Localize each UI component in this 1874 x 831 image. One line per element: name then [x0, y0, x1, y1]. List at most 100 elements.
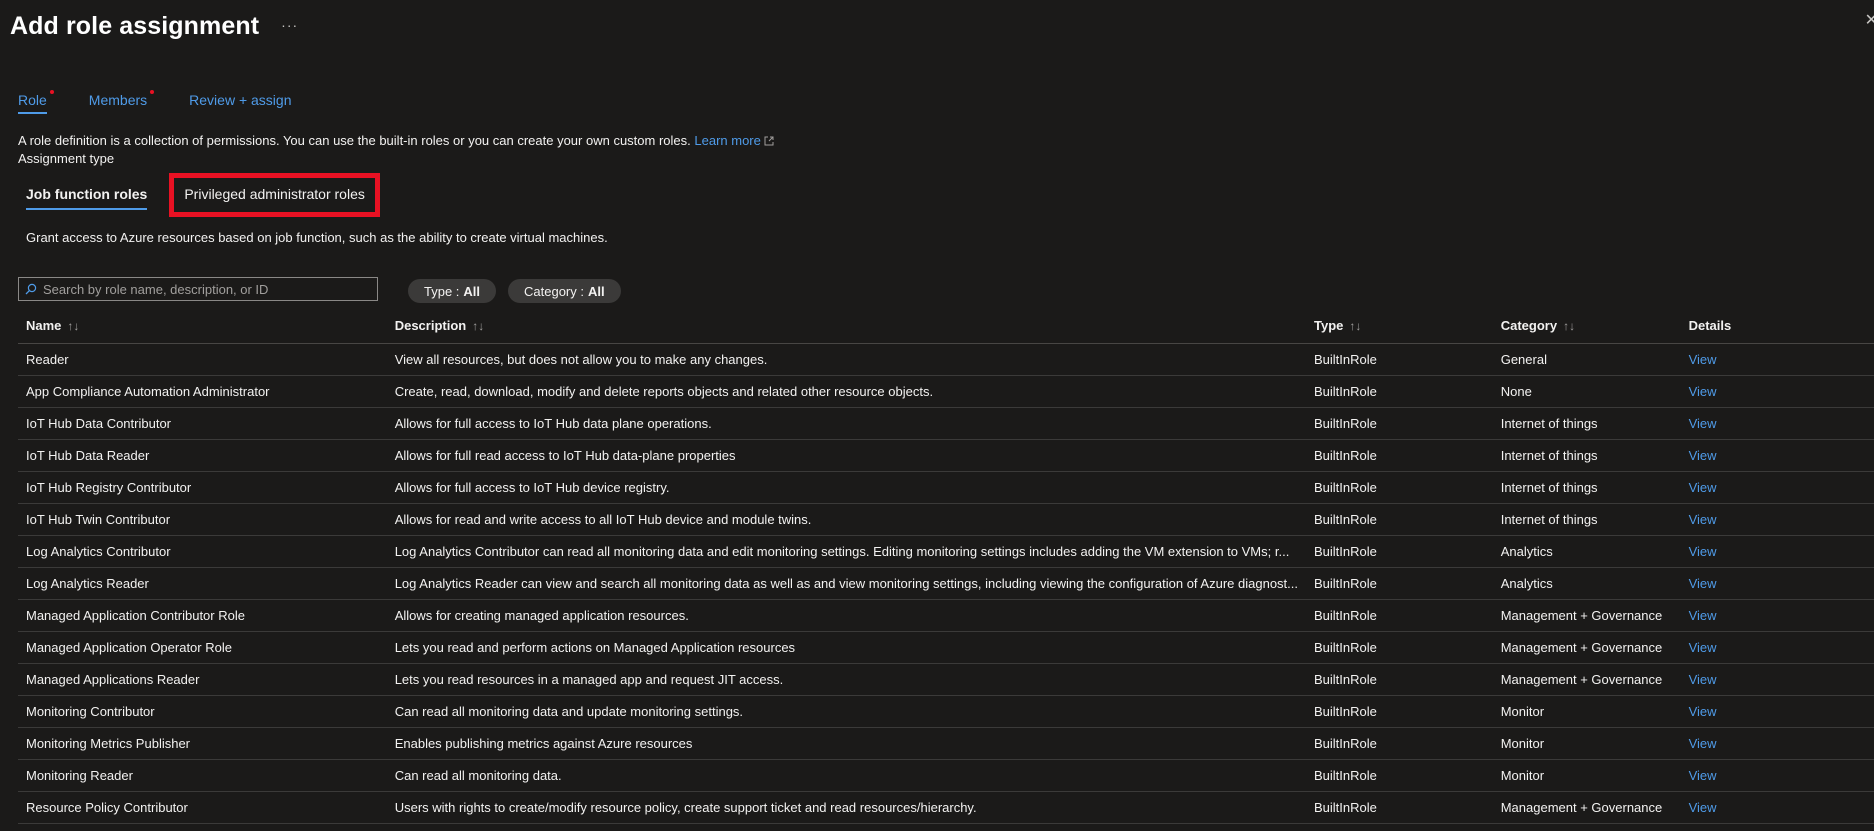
role-details-cell: View [1680, 439, 1874, 472]
role-type-cell: BuiltInRole [1306, 375, 1493, 408]
role-description-cell: Allows for full access to IoT Hub data p… [386, 407, 1306, 440]
sort-icon[interactable]: ↑↓ [1349, 319, 1361, 333]
role-type-cell: BuiltInRole [1306, 631, 1493, 664]
table-row[interactable]: Resource Policy Contributor Users with ri… [18, 791, 1874, 824]
subtab-privileged-administrator-roles[interactable]: Privileged administrator roles [184, 186, 365, 202]
table-row[interactable]: IoT Hub Data Reader Allows for full read … [18, 439, 1874, 472]
role-name-cell: Resource Policy Contributor [18, 791, 387, 824]
role-category-cell: Internet of things [1492, 471, 1681, 504]
learn-more-link[interactable]: Learn more [694, 133, 774, 148]
search-box[interactable] [18, 277, 378, 301]
role-category-cell: Internet of things [1492, 407, 1681, 440]
table-row[interactable]: Managed Application Contributor Role Allo… [18, 599, 1874, 632]
role-details-cell: View [1680, 759, 1874, 792]
external-link-icon [764, 136, 774, 146]
tab-role-label: Role [18, 92, 47, 108]
tab-review-assign-label: Review + assign [189, 92, 292, 108]
view-details-link[interactable]: View [1689, 512, 1717, 527]
table-row[interactable]: IoT Hub Twin Contributor Allows for read … [18, 503, 1874, 536]
required-indicator-icon [150, 90, 155, 94]
role-category-cell: Monitor [1492, 695, 1681, 728]
view-details-link[interactable]: View [1689, 672, 1717, 687]
role-definition-description: A role definition is a collection of per… [18, 133, 774, 148]
column-header-description[interactable]: Description ↑↓ [386, 309, 1306, 344]
column-description-label: Description [394, 318, 467, 334]
role-name-cell: Managed Applications Reader [18, 663, 387, 696]
add-role-assignment-page: Add role assignment ··· ✕ Role Members R… [0, 0, 1874, 831]
role-name-cell: IoT Hub Twin Contributor [18, 503, 387, 536]
view-details-link[interactable]: View [1689, 608, 1717, 623]
view-details-link[interactable]: View [1689, 544, 1717, 559]
table-row[interactable]: Managed Application Operator Role Lets yo… [18, 631, 1874, 664]
role-description-cell: Users with rights to create/modify resou… [386, 791, 1306, 824]
category-filter-button[interactable]: Category : All [508, 279, 621, 303]
tab-members[interactable]: Members [89, 90, 155, 112]
tab-review-assign[interactable]: Review + assign [189, 92, 291, 112]
role-description-cell: Allows for read and write access to all … [386, 503, 1306, 536]
role-description-cell: Create, read, download, modify and delet… [386, 375, 1306, 408]
description-text: A role definition is a collection of per… [18, 133, 691, 148]
required-indicator-icon [49, 90, 54, 94]
table-row[interactable]: Log Analytics Contributor Log Analytics C… [18, 535, 1874, 568]
role-description-cell: Enables publishing metrics against Azure… [386, 727, 1306, 760]
highlight-box: Privileged administrator roles [169, 173, 380, 217]
column-name-label: Name [26, 318, 62, 334]
table-row[interactable]: Monitoring Reader Can read all monitoring… [18, 759, 1874, 792]
role-type-cell: BuiltInRole [1306, 695, 1493, 728]
column-header-type[interactable]: Type ↑↓ [1306, 309, 1493, 344]
view-details-link[interactable]: View [1689, 736, 1717, 751]
tab-role[interactable]: Role [18, 90, 54, 114]
column-header-name[interactable]: Name ↑↓ [18, 309, 387, 344]
table-row[interactable]: Monitoring Contributor Can read all monit… [18, 695, 1874, 728]
view-details-link[interactable]: View [1689, 448, 1717, 463]
role-details-cell: View [1680, 471, 1874, 504]
view-details-link[interactable]: View [1689, 480, 1717, 495]
role-details-cell: View [1680, 503, 1874, 536]
sort-icon[interactable]: ↑↓ [67, 319, 79, 333]
role-type-cell: BuiltInRole [1306, 407, 1493, 440]
view-details-link[interactable]: View [1689, 800, 1717, 815]
type-filter-value: All [463, 283, 481, 299]
role-category-cell: Management + Governance [1492, 791, 1681, 824]
table-row[interactable]: IoT Hub Data Contributor Allows for full … [18, 407, 1874, 440]
view-details-link[interactable]: View [1689, 352, 1717, 367]
role-description-cell: Log Analytics Reader can view and search… [386, 567, 1306, 600]
table-row[interactable]: IoT Hub Registry Contributor Allows for f… [18, 471, 1874, 504]
role-category-cell: Management + Governance [1492, 663, 1681, 696]
close-icon[interactable]: ✕ [1865, 10, 1874, 30]
grant-description: Grant access to Azure resources based on… [26, 230, 608, 245]
table-header-row: Name ↑↓ Description ↑↓ Type ↑↓ Category ↑↓ D… [18, 309, 1874, 344]
view-details-link[interactable]: View [1689, 416, 1717, 431]
view-details-link[interactable]: View [1689, 640, 1717, 655]
view-details-link[interactable]: View [1689, 384, 1717, 399]
view-details-link[interactable]: View [1689, 576, 1717, 591]
role-description-cell: Allows for full access to IoT Hub device… [386, 471, 1306, 504]
role-category-cell: Monitor [1492, 727, 1681, 760]
role-type-cell: BuiltInRole [1306, 759, 1493, 792]
sort-icon[interactable]: ↑↓ [1563, 319, 1575, 333]
role-name-cell: Monitoring Contributor [18, 695, 387, 728]
role-description-cell: Can read all monitoring data. [386, 759, 1306, 792]
view-details-link[interactable]: View [1689, 704, 1717, 719]
column-header-category[interactable]: Category ↑↓ [1492, 309, 1681, 344]
type-filter-button[interactable]: Type : All [408, 279, 497, 303]
table-row[interactable]: Reader View all resources, but does not a… [18, 343, 1874, 376]
role-details-cell: View [1680, 727, 1874, 760]
search-input[interactable] [43, 281, 377, 297]
role-type-cell: BuiltInRole [1306, 471, 1493, 504]
more-options-icon[interactable]: ··· [281, 17, 298, 33]
role-description-cell: Allows for full read access to IoT Hub d… [386, 439, 1306, 472]
sort-icon[interactable]: ↑↓ [472, 319, 484, 333]
role-type-cell: BuiltInRole [1306, 535, 1493, 568]
role-description-cell: View all resources, but does not allow y… [386, 343, 1306, 376]
view-details-link[interactable]: View [1689, 768, 1717, 783]
role-name-cell: Monitoring Metrics Publisher [18, 727, 387, 760]
table-row[interactable]: App Compliance Automation Administrator C… [18, 375, 1874, 408]
table-row[interactable]: Monitoring Metrics Publisher Enables publ… [18, 727, 1874, 760]
subtab-job-function-roles[interactable]: Job function roles [26, 186, 148, 210]
table-row[interactable]: Log Analytics Reader Log Analytics Reader… [18, 567, 1874, 600]
role-name-cell: IoT Hub Data Reader [18, 439, 387, 472]
table-row[interactable]: Managed Applications Reader Lets you read… [18, 663, 1874, 696]
category-filter-value: All [587, 283, 605, 299]
role-details-cell: View [1680, 599, 1874, 632]
